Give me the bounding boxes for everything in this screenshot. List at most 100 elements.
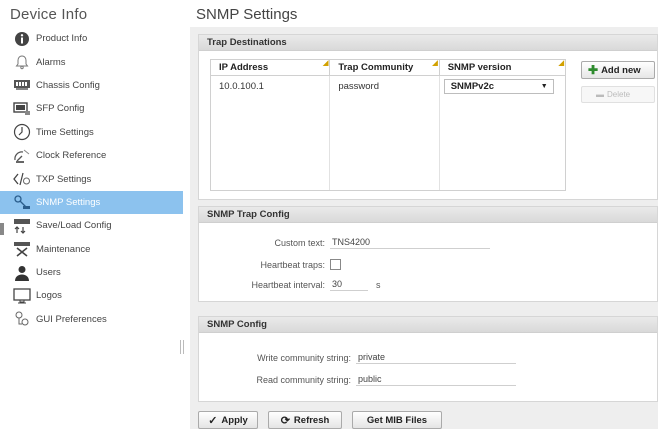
satellite-dish-icon <box>12 147 32 165</box>
snmp-config-panel: SNMP Config Write community string: Read… <box>198 316 658 402</box>
snmp-version-value: SNMPv2c <box>450 81 495 92</box>
column-header-trap-community[interactable]: Trap Community ◢ <box>330 60 440 75</box>
column-header-label: SNMP version <box>447 62 512 73</box>
trap-destinations-table: IP Address ◢ Trap Community ◢ SNMP versi… <box>210 59 566 191</box>
column-header-ip-address[interactable]: IP Address ◢ <box>211 60 331 75</box>
refresh-button[interactable]: ⟳ Refresh <box>268 411 342 429</box>
sidebar-item-maintenance[interactable]: Maintenance <box>0 238 183 261</box>
heartbeat-interval-unit: s <box>376 279 381 290</box>
chassis-icon <box>12 76 32 94</box>
sidebar-item-label: SFP Config <box>36 103 85 115</box>
write-community-input[interactable] <box>356 351 516 364</box>
apply-label: Apply <box>221 414 248 426</box>
checkmark-icon: ✓ <box>208 414 218 427</box>
editable-column-icon: ◢ <box>322 60 329 67</box>
sidebar-item-label: Chassis Config <box>36 79 100 91</box>
sidebar-item-label: Clock Reference <box>36 150 107 162</box>
table-cell-community[interactable]: password <box>330 76 440 190</box>
bell-icon <box>12 53 32 71</box>
table-cell-ip[interactable]: 10.0.100.1 <box>211 76 331 190</box>
heartbeat-interval-row: Heartbeat interval: s <box>213 278 381 291</box>
get-mib-files-button[interactable]: Get MIB Files <box>352 411 442 429</box>
sidebar-edge-grip <box>0 223 4 235</box>
table-row[interactable]: 10.0.100.1 password SNMPv2c ▼ <box>211 76 565 190</box>
read-community-label: Read community string: <box>256 374 351 385</box>
heartbeat-traps-row: Heartbeat traps: <box>213 259 341 270</box>
sidebar-item-snmp-settings[interactable]: SNMP Settings <box>0 190 183 215</box>
sidebar-item-gui-preferences[interactable]: GUI Preferences <box>0 308 183 331</box>
trap-destinations-panel: Trap Destinations IP Address ◢ Trap Comm… <box>198 34 658 200</box>
sidebar-item-txp-settings[interactable]: TXP Settings <box>0 167 183 190</box>
sidebar-item-label: Logos <box>36 290 62 302</box>
delete-button[interactable]: ▬ Delete <box>581 86 655 103</box>
snmp-config-header: SNMP Config <box>199 317 657 333</box>
monitor-icon <box>12 287 32 305</box>
table-cell-version: SNMPv2c ▼ <box>440 76 565 190</box>
table-header-row: IP Address ◢ Trap Community ◢ SNMP versi… <box>211 60 565 76</box>
custom-text-label: Custom text: <box>274 237 325 248</box>
sidebar-item-product-info[interactable]: Product Info <box>0 27 183 50</box>
sidebar-item-alarms[interactable]: Alarms <box>0 50 183 73</box>
clock-icon <box>12 123 32 141</box>
sidebar-item-sfp-config[interactable]: SFP Config <box>0 97 183 120</box>
sidebar-item-label: GUI Preferences <box>36 313 107 325</box>
refresh-icon: ⟳ <box>280 414 290 427</box>
snmp-version-dropdown[interactable]: SNMPv2c ▼ <box>443 79 554 94</box>
sidebar-item-label: Time Settings <box>36 126 94 138</box>
add-new-button[interactable]: ✚ Add new <box>581 61 655 79</box>
write-community-row: Write community string: <box>213 351 516 364</box>
heartbeat-interval-input[interactable] <box>330 278 368 291</box>
delete-label: Delete <box>607 90 631 99</box>
network-icon <box>12 193 32 211</box>
column-header-label: Trap Community <box>338 62 414 73</box>
column-header-snmp-version[interactable]: SNMP version ◢ <box>440 60 565 75</box>
editable-column-icon: ◢ <box>558 60 564 67</box>
add-new-label: Add new <box>601 64 641 76</box>
tools-icon <box>12 240 32 258</box>
user-icon <box>12 264 32 282</box>
heartbeat-traps-label: Heartbeat traps: <box>260 259 325 270</box>
trap-destinations-header: Trap Destinations <box>199 35 657 51</box>
sidebar-item-users[interactable]: Users <box>0 261 183 284</box>
sidebar-item-label: TXP Settings <box>36 173 92 185</box>
get-mib-files-label: Get MIB Files <box>366 414 428 426</box>
snmp-trap-config-header: SNMP Trap Config <box>199 207 657 223</box>
read-community-input[interactable] <box>356 373 516 386</box>
apply-button[interactable]: ✓ Apply <box>198 411 258 429</box>
sidebar-item-time-settings[interactable]: Time Settings <box>0 121 183 144</box>
preferences-icon <box>12 310 32 328</box>
sfp-icon <box>12 100 32 118</box>
sidebar-item-label: Product Info <box>36 33 88 45</box>
page-title: SNMP Settings <box>196 6 298 23</box>
sidebar-item-label: Users <box>36 267 61 279</box>
sidebar-item-label: SNMP Settings <box>36 196 101 208</box>
sidebar-item-label: Alarms <box>36 56 66 68</box>
custom-text-row: Custom text: <box>213 236 490 249</box>
sidebar: Device Info Product Info Alarms Chassis … <box>0 0 184 429</box>
snmp-trap-config-panel: SNMP Trap Config Custom text: Heartbeat … <box>198 206 658 302</box>
read-community-row: Read community string: <box>213 373 516 386</box>
refresh-label: Refresh <box>293 414 330 426</box>
code-tags-icon <box>12 170 32 188</box>
minus-icon: ▬ <box>596 90 604 99</box>
sidebar-item-clock-reference[interactable]: Clock Reference <box>0 144 183 167</box>
sidebar-title: Device Info <box>10 6 88 23</box>
info-icon <box>12 30 32 48</box>
sidebar-item-chassis-config[interactable]: Chassis Config <box>0 74 183 97</box>
write-community-label: Write community string: <box>257 352 351 363</box>
custom-text-input[interactable] <box>330 236 490 249</box>
sidebar-splitter-handle[interactable] <box>180 340 184 354</box>
heartbeat-traps-checkbox[interactable] <box>330 259 341 270</box>
chevron-down-icon: ▼ <box>540 83 548 90</box>
sidebar-item-save-load-config[interactable]: Save/Load Config <box>0 214 183 237</box>
sidebar-item-label: Save/Load Config <box>36 220 112 232</box>
editable-column-icon: ◢ <box>432 60 438 67</box>
sidebar-item-logos[interactable]: Logos <box>0 284 183 307</box>
trap-community-value: password <box>338 81 379 92</box>
heartbeat-interval-label: Heartbeat interval: <box>251 279 325 290</box>
sidebar-item-label: Maintenance <box>36 243 91 255</box>
plus-icon: ✚ <box>588 63 599 77</box>
ip-address-value: 10.0.100.1 <box>219 81 264 92</box>
column-header-label: IP Address <box>219 62 269 73</box>
save-load-icon <box>12 217 32 235</box>
